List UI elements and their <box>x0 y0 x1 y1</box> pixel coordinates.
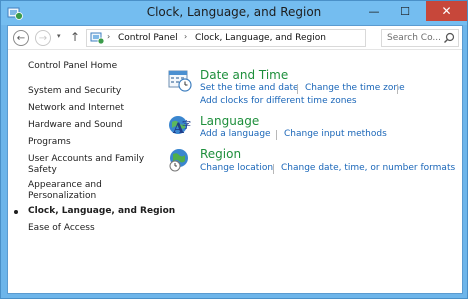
breadcrumb-separator[interactable]: › <box>107 32 110 41</box>
date-and-time-title[interactable]: Date and Time <box>200 68 288 82</box>
forward-button[interactable]: → <box>35 30 51 46</box>
language-icon[interactable]: A 字 <box>167 113 193 139</box>
language-title[interactable]: Language <box>200 114 259 128</box>
sidebar: Control Panel Home System and Security N… <box>8 51 175 293</box>
link-divider <box>276 130 277 140</box>
svg-text:字: 字 <box>182 119 191 131</box>
sidebar-item-appearance-line2[interactable]: Personalization <box>28 191 96 202</box>
control-panel-window: Clock, Language, and Region — ☐ ✕ ← → ▾ … <box>0 0 468 299</box>
change-input-methods-link[interactable]: Change input methods <box>284 129 387 139</box>
sidebar-item-appearance[interactable]: Appearance and <box>28 180 102 191</box>
recent-locations-icon[interactable]: ▾ <box>57 32 61 40</box>
maximize-button[interactable]: ☐ <box>392 1 418 21</box>
sidebar-item-hardware-and-sound[interactable]: Hardware and Sound <box>28 120 122 131</box>
globe-clock-icon[interactable] <box>167 147 193 173</box>
breadcrumb-control-panel[interactable]: Control Panel <box>118 33 178 43</box>
link-divider <box>297 84 298 94</box>
link-divider <box>397 84 398 94</box>
navigation-bar: ← → ▾ ↑ › Control Panel › Clock, Languag… <box>8 26 462 50</box>
up-button[interactable]: ↑ <box>70 30 80 44</box>
sidebar-item-control-panel-home[interactable]: Control Panel Home <box>28 61 117 72</box>
breadcrumb-clock-language-region[interactable]: Clock, Language, and Region <box>195 33 326 43</box>
sidebar-item-ease-of-access[interactable]: Ease of Access <box>28 223 95 234</box>
set-time-date-link[interactable]: Set the time and date <box>200 83 299 93</box>
minimize-button[interactable]: — <box>361 1 387 21</box>
current-page-bullet <box>14 210 18 214</box>
change-time-zone-link[interactable]: Change the time zone <box>305 83 405 93</box>
search-input[interactable]: Search Co... <box>387 33 441 43</box>
content-area: ← → ▾ ↑ › Control Panel › Clock, Languag… <box>7 25 463 294</box>
sidebar-item-network-and-internet[interactable]: Network and Internet <box>28 103 124 114</box>
back-button[interactable]: ← <box>13 30 29 46</box>
sidebar-item-programs[interactable]: Programs <box>28 137 71 148</box>
breadcrumb-separator[interactable]: › <box>184 32 187 41</box>
sidebar-item-user-accounts[interactable]: User Accounts and Family <box>28 154 144 165</box>
search-icon[interactable] <box>443 32 455 44</box>
change-formats-link[interactable]: Change date, time, or number formats <box>281 163 455 173</box>
calendar-clock-icon[interactable] <box>167 67 193 93</box>
sidebar-item-clock-language-region: Clock, Language, and Region <box>28 206 176 216</box>
control-panel-icon <box>90 32 105 45</box>
sidebar-item-user-accounts-line2[interactable]: Safety <box>28 165 57 176</box>
title-bar[interactable]: Clock, Language, and Region — ☐ ✕ <box>1 1 467 25</box>
change-location-link[interactable]: Change location <box>200 163 273 173</box>
add-language-link[interactable]: Add a language <box>200 129 271 139</box>
sidebar-item-system-and-security[interactable]: System and Security <box>28 86 121 97</box>
close-button[interactable]: ✕ <box>426 1 467 21</box>
link-divider <box>273 164 274 174</box>
main-panel: Date and Time Set the time and date Chan… <box>163 51 462 293</box>
search-box[interactable]: Search Co... <box>381 29 459 47</box>
address-bar[interactable]: › Control Panel › Clock, Language, and R… <box>86 29 417 47</box>
region-title[interactable]: Region <box>200 147 241 161</box>
add-clocks-link[interactable]: Add clocks for different time zones <box>200 96 357 106</box>
